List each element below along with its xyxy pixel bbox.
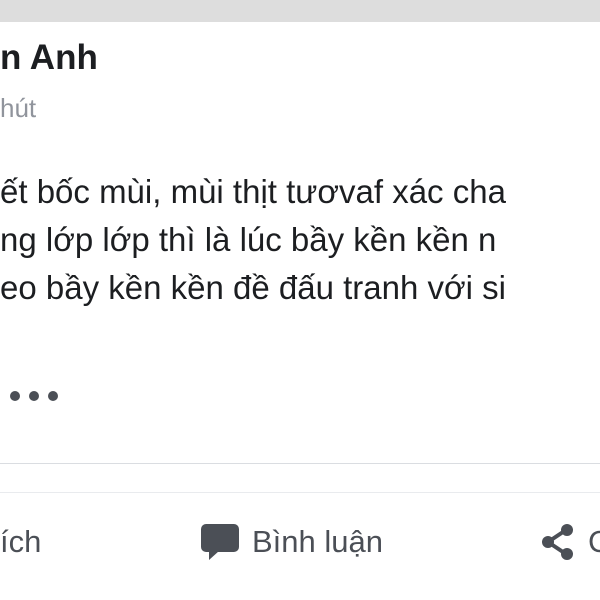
dot xyxy=(10,391,20,401)
share-button[interactable]: C xyxy=(540,520,600,564)
post-text-line: ết bốc mùi, mùi thịt tươvaf xác cha xyxy=(0,173,506,210)
post-body: ết bốc mùi, mùi thịt tươvaf xác cha ng l… xyxy=(0,168,600,312)
like-button[interactable]: ích xyxy=(0,520,41,564)
comment-button[interactable]: Bình luận xyxy=(200,520,383,564)
divider xyxy=(0,463,600,464)
post-text-line: ng lớp lớp thì là lúc bầy kền kền n xyxy=(0,221,497,258)
post-text-line: eo bầy kền kền đề đấu tranh với si xyxy=(0,269,506,306)
top-bar xyxy=(0,0,600,22)
divider xyxy=(0,492,600,493)
share-icon xyxy=(540,523,576,561)
post-time[interactable]: hút xyxy=(0,93,36,123)
comment-label: Bình luận xyxy=(252,524,383,559)
dot xyxy=(29,391,39,401)
comment-bubble-icon xyxy=(200,523,240,561)
author-name[interactable]: n Anh xyxy=(0,38,98,78)
dot xyxy=(48,391,58,401)
more-dots-icon[interactable] xyxy=(10,384,58,408)
share-label: C xyxy=(588,524,600,559)
post-screen: n Anh hút ết bốc mùi, mùi thịt tươvaf xá… xyxy=(0,0,600,600)
like-label: ích xyxy=(0,524,42,559)
